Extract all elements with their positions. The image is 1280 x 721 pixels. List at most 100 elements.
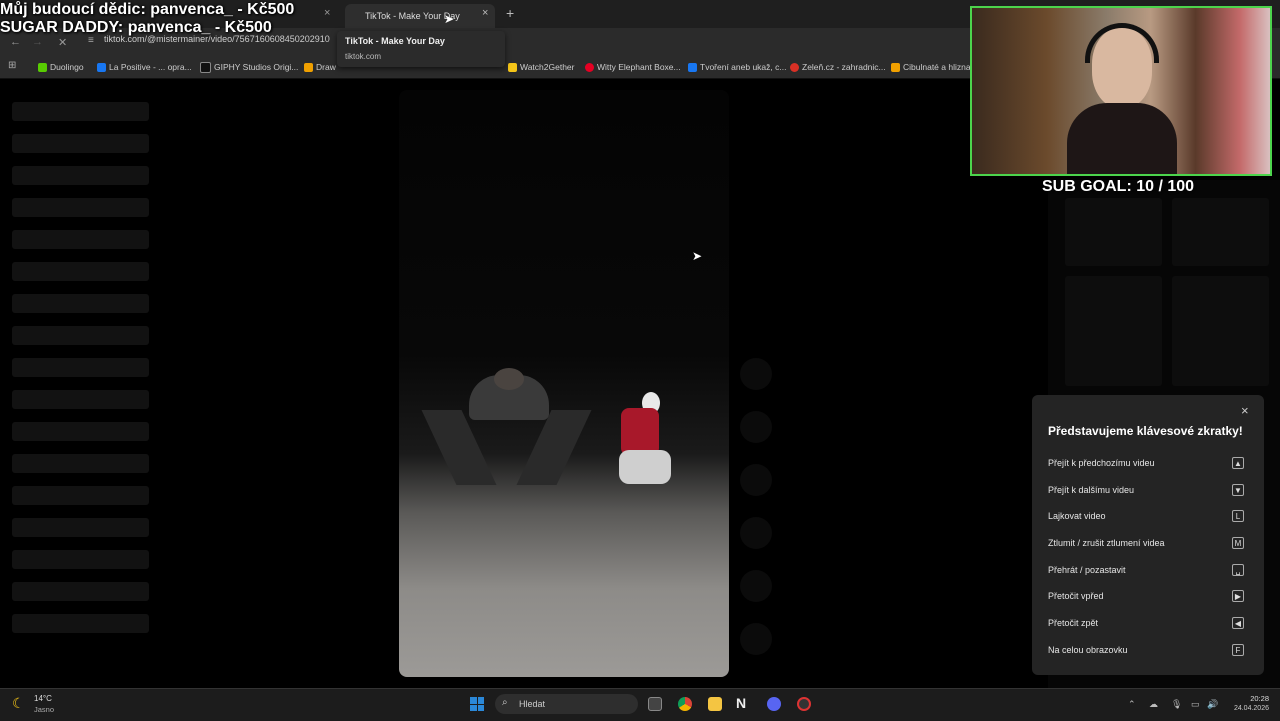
sidebar-skeleton	[12, 262, 149, 281]
cibulnate-icon	[891, 62, 900, 72]
bookmark-label: GIPHY Studios Origi...	[214, 62, 299, 72]
headphones-icon	[1085, 23, 1159, 63]
comment-button[interactable]	[740, 411, 772, 443]
sidebar-skeleton	[12, 454, 149, 473]
task-view-icon[interactable]	[648, 697, 662, 711]
file-explorer-icon[interactable]	[708, 697, 722, 711]
forward-arrow-icon[interactable]: →	[32, 36, 43, 48]
windows-start-icon[interactable]	[470, 697, 484, 711]
bookmark-label: Witty Elephant Boxe...	[597, 62, 681, 72]
sub-goal: SUB GOAL: 10 / 100	[1042, 178, 1195, 195]
sidebar-skeleton	[12, 166, 149, 185]
sidebar-skeleton	[12, 326, 149, 345]
tab-hover-domain: tiktok.com	[345, 52, 382, 61]
key-right-icon: ▶	[1232, 590, 1244, 602]
watch2gether-icon	[508, 62, 517, 72]
webcam-feed	[970, 6, 1272, 176]
bookmark-zelen[interactable]: Zeleň.cz - zahradnic...	[790, 58, 886, 76]
bookmark-label: Cibulnaté a hliznat...	[903, 62, 981, 72]
related-video-skeleton	[1065, 198, 1162, 266]
sidebar-skeleton	[12, 582, 149, 601]
close-icon[interactable]: ×	[1241, 403, 1249, 418]
shortcut-label: Přetočit zpět	[1048, 618, 1099, 628]
bookmark-duolingo[interactable]: Duolingo	[38, 58, 84, 76]
key-l: L	[1232, 510, 1244, 522]
shortcuts-title: Představujeme klávesové zkratky!	[1048, 424, 1243, 438]
facebook-icon	[97, 62, 106, 72]
sidebar-skeleton	[12, 230, 149, 249]
video-person-head	[494, 368, 524, 390]
related-video-skeleton	[1172, 276, 1269, 386]
bookmark-button[interactable]	[740, 464, 772, 496]
discord-icon[interactable]	[767, 697, 781, 711]
key-m: M	[1232, 537, 1244, 549]
music-button[interactable]	[740, 623, 772, 655]
video-dog-sweater	[621, 408, 659, 456]
sidebar-skeleton	[12, 518, 149, 537]
key-left-icon: ◀	[1232, 617, 1244, 629]
clock-date[interactable]: 24.04.2026	[1225, 705, 1269, 712]
bookmark-la-positive[interactable]: La Positive - ... opra...	[97, 58, 192, 76]
key-up-icon: ▲	[1232, 457, 1244, 469]
facebook-icon	[688, 62, 697, 72]
bookmark-draw[interactable]: Draw	[304, 58, 336, 76]
onedrive-icon[interactable]: ☁	[1149, 699, 1158, 710]
shortcut-label: Přehrát / pozastavit	[1048, 565, 1126, 575]
shortcut-label: Ztlumit / zrušit ztlumení videa	[1048, 538, 1165, 548]
donation-alert: SUGAR DADDY: panvenca_ - Kč500	[0, 19, 272, 36]
tab-close-button[interactable]: ×	[324, 7, 330, 19]
weather-desc[interactable]: Jasno	[34, 705, 54, 714]
tab-tiktok[interactable]: TikTok - Make Your Day	[345, 4, 495, 28]
weather-moon-icon[interactable]: ☾	[12, 695, 25, 712]
shortcut-label: Přetočit vpřed	[1048, 591, 1104, 601]
back-arrow-icon[interactable]: ←	[10, 36, 21, 48]
weather-temp[interactable]: 14°C	[34, 694, 52, 703]
like-button[interactable]	[740, 358, 772, 390]
duolingo-icon	[38, 62, 47, 72]
apps-grid-icon[interactable]: ⊞	[8, 60, 16, 71]
share-button[interactable]	[740, 517, 772, 549]
donation-alert: Můj budoucí dědic: panvenca_ - Kč500	[0, 1, 295, 18]
sidebar-skeleton	[12, 390, 149, 409]
speaker-icon[interactable]: 🔊	[1207, 699, 1218, 710]
mouse-cursor-icon: ➤	[692, 249, 703, 263]
notion-icon[interactable]: N	[736, 695, 746, 711]
bookmark-label: Zeleň.cz - zahradnic...	[802, 62, 886, 72]
taskbar	[0, 688, 1280, 721]
bookmark-cibulnate[interactable]: Cibulnaté a hliznat...	[891, 58, 980, 76]
sidebar-skeleton	[12, 550, 149, 569]
tab-close-button[interactable]: ×	[482, 7, 488, 19]
display-icon[interactable]: ▭	[1191, 699, 1200, 710]
sidebar-skeleton	[12, 614, 149, 633]
sidebar-skeleton	[12, 102, 149, 121]
bookmark-tvoreni[interactable]: Tvoření aneb ukaž, c...	[688, 58, 786, 76]
chrome-icon[interactable]	[678, 697, 692, 711]
key-f: F	[1232, 644, 1244, 656]
repost-button[interactable]	[740, 570, 772, 602]
pinterest-icon	[585, 62, 594, 72]
bookmark-label: Tvoření aneb ukaž, c...	[700, 62, 787, 72]
obs-icon[interactable]	[797, 697, 811, 711]
giphy-icon	[200, 61, 211, 73]
bookmark-label: La Positive - ... opra...	[109, 62, 192, 72]
bookmark-giphy[interactable]: GIPHY Studios Origi...	[200, 58, 298, 76]
shortcut-label: Přejít k předchozímu videu	[1048, 458, 1155, 468]
streamer-body	[1067, 103, 1177, 174]
sidebar-skeleton	[12, 134, 149, 153]
sidebar-skeleton	[12, 422, 149, 441]
mic-icon[interactable]: 🎙	[1171, 699, 1182, 710]
stop-loading-icon[interactable]: ✕	[58, 36, 67, 49]
video-player[interactable]	[399, 90, 729, 677]
bookmark-watch2gether[interactable]: Watch2Gether	[508, 58, 575, 76]
taskbar-search[interactable]	[495, 694, 638, 714]
search-icon: ⌕	[502, 697, 508, 708]
video-dog-body	[619, 450, 671, 484]
clock-time[interactable]: 20:28	[1225, 694, 1269, 703]
tray-expand-icon[interactable]: ⌃	[1128, 699, 1136, 710]
new-tab-button[interactable]: +	[506, 5, 514, 21]
shortcut-label: Lajkovat video	[1048, 511, 1106, 521]
zelen-icon	[790, 62, 799, 72]
sidebar-skeleton	[12, 358, 149, 377]
key-space-icon: ␣	[1232, 564, 1244, 576]
bookmark-witty-elephant[interactable]: Witty Elephant Boxe...	[585, 58, 681, 76]
